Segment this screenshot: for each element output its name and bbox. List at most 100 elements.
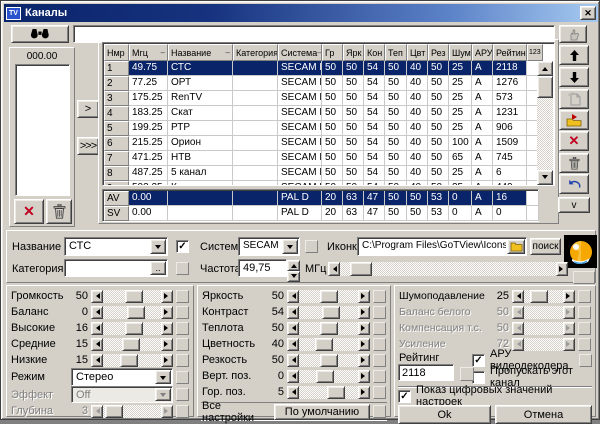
slider[interactable] xyxy=(91,354,173,367)
table-row[interactable]: 8487.255 каналSECAM D50505450405025A6 xyxy=(104,166,537,181)
table-row[interactable]: 5199.25РТРSECAM D50505450405025A906 xyxy=(104,121,537,136)
slider-right-arrow[interactable] xyxy=(161,290,173,303)
slider-right-arrow[interactable] xyxy=(358,370,370,383)
name-checkbox[interactable]: ✓ xyxy=(176,240,189,253)
slider[interactable] xyxy=(91,306,173,319)
cell-num[interactable]: 8 xyxy=(104,166,129,181)
slider-track[interactable] xyxy=(299,338,358,351)
column-header[interactable]: Категория– xyxy=(233,44,278,61)
cell-aru[interactable]: A xyxy=(472,136,493,151)
icon-path-value[interactable]: C:\Program Files\GoTView\Icons\CTC. xyxy=(358,238,506,255)
new-channel-button[interactable] xyxy=(559,89,589,109)
cell-cvt[interactable]: 40 xyxy=(407,166,428,181)
cell-freq[interactable]: 215.25 xyxy=(129,136,168,151)
cell-aru[interactable]: A xyxy=(472,106,493,121)
cell-cat[interactable] xyxy=(233,76,278,91)
accept-button[interactable]: v xyxy=(558,197,590,213)
drag-hand-button[interactable] xyxy=(559,25,587,43)
move-all-button[interactable]: >>> xyxy=(77,137,99,155)
system-value[interactable]: SECAM D xyxy=(239,238,281,255)
slider-right-arrow[interactable] xyxy=(358,338,370,351)
slider-left-arrow[interactable] xyxy=(287,290,299,303)
cell-tep[interactable]: 50 xyxy=(385,121,407,136)
slider-left-arrow[interactable] xyxy=(512,290,524,303)
cell-rating[interactable]: 1231 xyxy=(493,106,527,121)
cell-rating[interactable]: 449 xyxy=(493,181,527,185)
remove-selected-button[interactable]: ✕ xyxy=(14,199,44,224)
cell-cvt[interactable]: 40 xyxy=(407,136,428,151)
cell-cvt[interactable]: 40 xyxy=(407,61,428,76)
cell-aru[interactable]: A xyxy=(472,91,493,106)
slider-left-arrow[interactable] xyxy=(287,306,299,319)
slider-thumb[interactable] xyxy=(320,322,338,335)
cell-rating[interactable]: 745 xyxy=(493,151,527,166)
cell-kon[interactable]: 54 xyxy=(364,61,385,76)
slider-track[interactable] xyxy=(299,306,358,319)
move-one-button[interactable]: > xyxy=(77,100,99,118)
trash-all-button[interactable] xyxy=(559,153,589,173)
table-row[interactable]: 4183.25СкатSECAM D50505450405025A1231 xyxy=(104,106,537,121)
cell-tep[interactable]: 50 xyxy=(385,91,407,106)
slider[interactable] xyxy=(287,370,370,383)
cell-extra[interactable] xyxy=(527,191,539,206)
cell-yar[interactable]: 50 xyxy=(343,91,364,106)
slider-thumb[interactable] xyxy=(327,386,345,399)
move-up-button[interactable] xyxy=(559,45,589,65)
cell-extra[interactable] xyxy=(527,61,537,76)
cell-shum[interactable]: 25 xyxy=(449,181,472,185)
cell-sys[interactable]: SECAM D xyxy=(278,61,322,76)
cell-tep[interactable]: 50 xyxy=(385,151,407,166)
slider[interactable] xyxy=(512,290,575,303)
cell-yar[interactable]: 50 xyxy=(343,61,364,76)
cell-cat[interactable] xyxy=(233,91,278,106)
slider-right-arrow[interactable] xyxy=(161,306,173,319)
slider-thumb[interactable] xyxy=(316,370,334,383)
slider-thumb[interactable] xyxy=(320,354,338,367)
rating-attach-button[interactable] xyxy=(460,367,474,381)
cell-cat[interactable] xyxy=(233,151,278,166)
slider-attach-button[interactable] xyxy=(373,290,386,303)
cell-rating[interactable]: 16 xyxy=(493,191,527,206)
rating-field[interactable]: 2118 xyxy=(398,364,454,381)
cell-tep[interactable]: 50 xyxy=(385,76,407,91)
chevron-down-icon[interactable] xyxy=(282,239,298,254)
slider-attach-button[interactable] xyxy=(373,354,386,367)
cell-gr[interactable]: 20 xyxy=(322,191,343,206)
cell-shum[interactable]: 100 xyxy=(449,136,472,151)
find-channel-button[interactable] xyxy=(11,25,69,43)
cell-num[interactable]: 2 xyxy=(104,76,129,91)
cell-num[interactable]: 7 xyxy=(104,151,129,166)
cell-gr[interactable]: 50 xyxy=(322,106,343,121)
cell-name[interactable]: RenTV xyxy=(168,91,233,106)
table-row[interactable]: 7471.25НТВSECAM D50505450405065A745 xyxy=(104,151,537,166)
category-combo[interactable]: .. xyxy=(64,259,168,277)
cell-gr[interactable]: 50 xyxy=(322,166,343,181)
cell-freq[interactable]: 471.25 xyxy=(129,151,168,166)
slider-thumb[interactable] xyxy=(120,354,138,367)
slider-left-arrow[interactable] xyxy=(91,354,103,367)
slider-thumb[interactable] xyxy=(350,262,372,276)
slider-track[interactable] xyxy=(103,290,161,303)
column-header[interactable]: Цвт xyxy=(407,44,428,61)
scroll-down-icon[interactable] xyxy=(537,170,553,185)
cell-freq[interactable]: 0.00 xyxy=(129,191,168,206)
cell-num[interactable]: 3 xyxy=(104,91,129,106)
slider-right-arrow[interactable] xyxy=(161,322,173,335)
cell-aru[interactable]: A xyxy=(472,61,493,76)
browse-button[interactable]: .. xyxy=(150,261,166,275)
cell-sys[interactable]: SECAM D xyxy=(278,151,322,166)
cell-num[interactable]: 6 xyxy=(104,136,129,151)
cell-tep[interactable]: 50 xyxy=(385,166,407,181)
system-combo[interactable]: SECAM D xyxy=(238,237,300,256)
cell-rez[interactable]: 53 xyxy=(428,206,449,221)
name-combo[interactable]: СТС xyxy=(64,237,168,256)
cell-sys[interactable]: PAL D xyxy=(278,191,322,206)
cell-rez[interactable]: 50 xyxy=(428,106,449,121)
slider[interactable] xyxy=(287,290,370,303)
slider-track[interactable] xyxy=(340,262,556,276)
table-row[interactable]: 149.75СТСSECAM D50505450405025A2118 xyxy=(104,61,537,76)
cell-gr[interactable]: 50 xyxy=(322,136,343,151)
cell-extra[interactable] xyxy=(527,136,537,151)
column-header[interactable]: Шум xyxy=(449,44,472,61)
frequency-spinner[interactable] xyxy=(287,260,300,278)
